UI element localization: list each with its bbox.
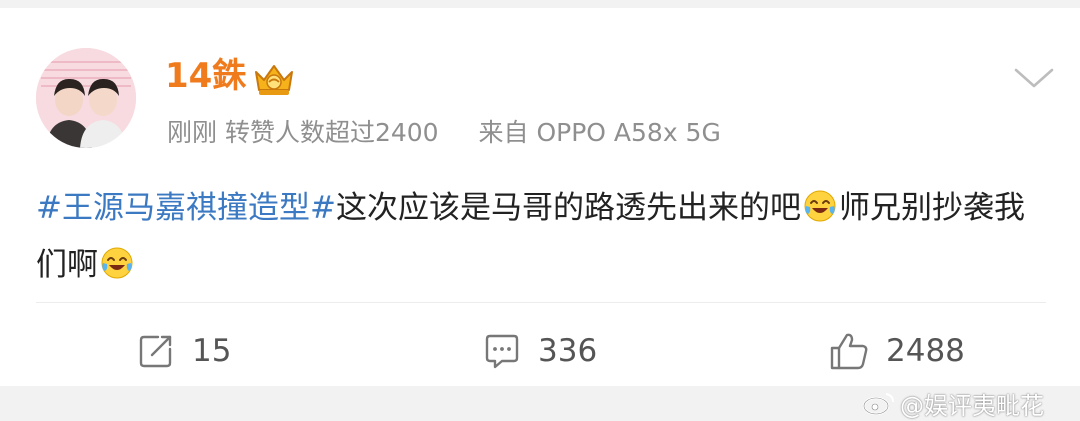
laughing-tears-emoji (101, 247, 133, 279)
avatar-photo (36, 48, 136, 148)
weibo-post-card: 14銖 刚刚 转赞人数超过2400 来自 OPPO A58x 5G #王源马嘉祺… (0, 8, 1080, 386)
comment-icon (485, 334, 519, 369)
crown-badge-icon[interactable] (252, 60, 296, 98)
username[interactable]: 14銖 (165, 56, 246, 96)
watermark-text: @娱评夷毗花 (900, 391, 1044, 420)
divider (36, 302, 1046, 303)
post-meta: 刚刚 转赞人数超过2400 来自 OPPO A58x 5G (167, 118, 721, 148)
comment-count: 336 (538, 333, 598, 369)
laughing-tears-emoji (804, 190, 836, 222)
like-count: 2488 (886, 333, 965, 369)
watermark: @娱评夷毗花 (862, 385, 1044, 421)
repost-icon (139, 335, 172, 368)
post-text: #王源马嘉祺撞造型#这次应该是马哥的路透先出来的吧 师兄别抄袭我们啊 (36, 180, 1046, 294)
chevron-down-icon[interactable] (1012, 66, 1056, 90)
avatar[interactable] (36, 48, 136, 148)
thumbs-up-icon (830, 333, 868, 370)
like-button[interactable]: 2488 (828, 326, 965, 376)
weibo-logo-icon (862, 393, 894, 416)
comment-button[interactable]: 336 (482, 326, 597, 376)
post-time: 刚刚 (167, 118, 218, 147)
post-source: 来自 OPPO A58x 5G (478, 118, 721, 147)
hashtag-link[interactable]: #王源马嘉祺撞造型# (36, 190, 336, 226)
repost-button[interactable]: 15 (136, 326, 231, 376)
repost-note: 转赞人数超过2400 (224, 118, 439, 147)
repost-count: 15 (192, 333, 232, 369)
post-text-part1: 这次应该是马哥的路透先出来的吧 (335, 190, 801, 226)
